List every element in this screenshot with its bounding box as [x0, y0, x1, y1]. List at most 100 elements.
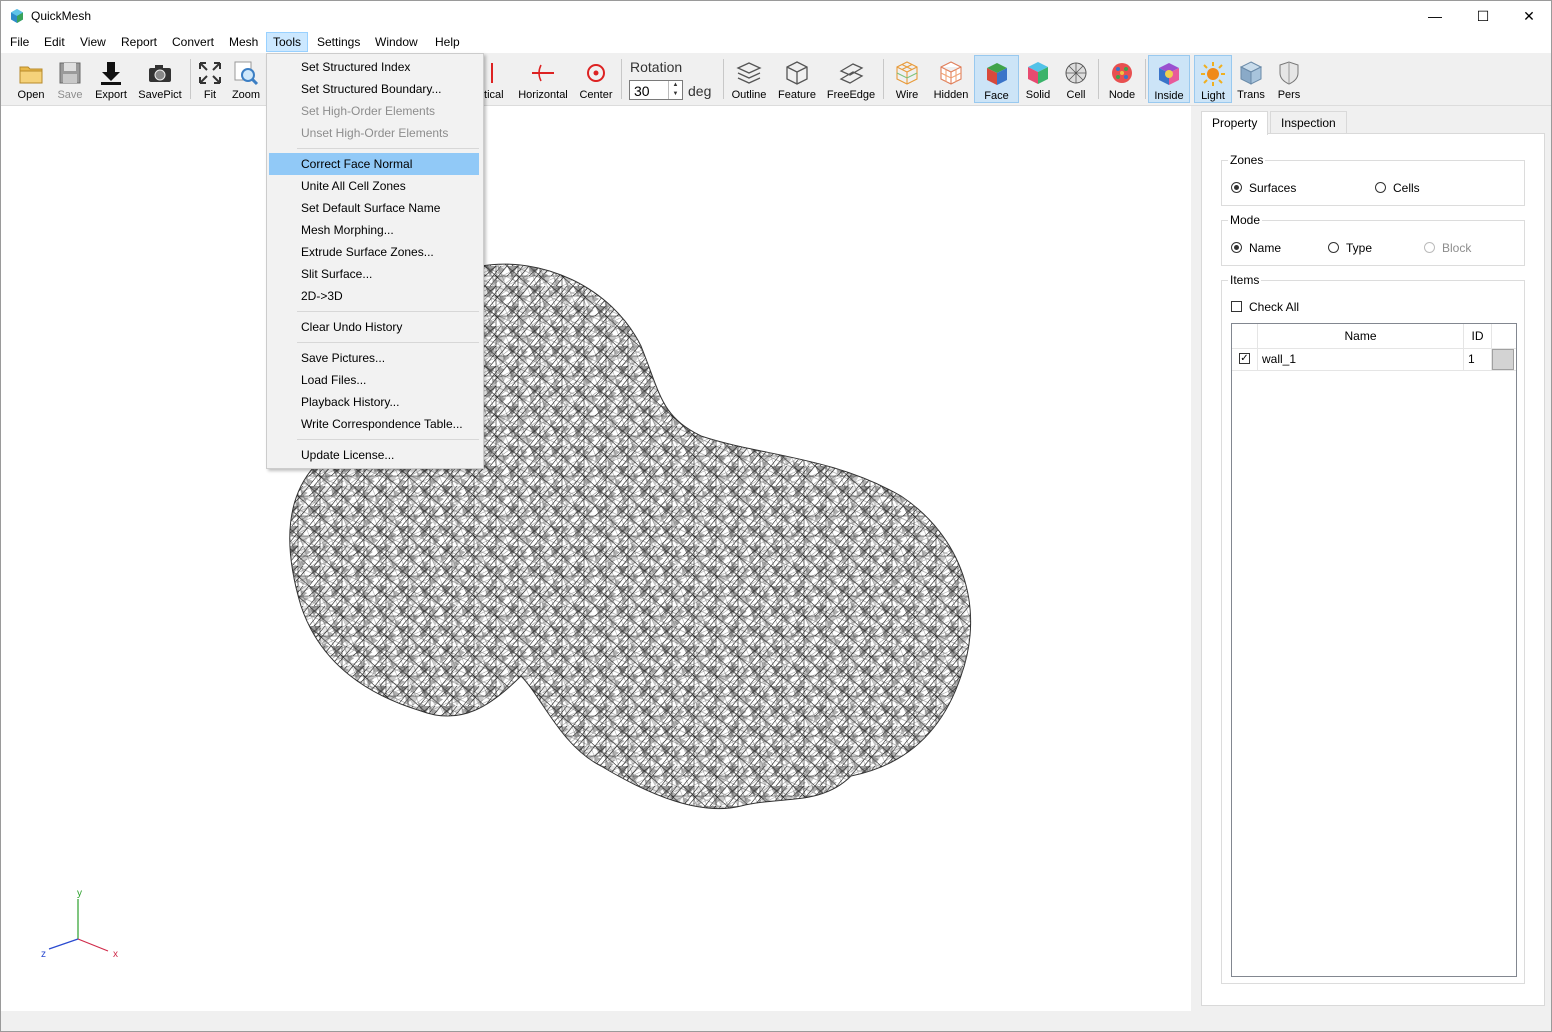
rotation-label: Rotation — [630, 59, 683, 75]
check-all-checkbox[interactable] — [1231, 301, 1242, 312]
mode-group-title: Mode — [1228, 213, 1263, 227]
hidden-cube-icon — [940, 61, 962, 85]
save-button[interactable]: Save — [51, 55, 89, 103]
face-button[interactable]: Face — [974, 55, 1019, 103]
rotation-spinner[interactable]: ▲ ▼ — [668, 81, 682, 99]
toolbar-separator — [1098, 59, 1099, 99]
property-panel: Property Inspection Zones Surfaces Cells… — [1201, 111, 1545, 1006]
menu-item-playback-history[interactable]: Playback History... — [269, 391, 479, 413]
zones-group-title: Zones — [1228, 153, 1266, 167]
items-group: Items Check All Name ID ✓ wall_1 1 — [1221, 273, 1525, 984]
row-id: 1 — [1464, 348, 1492, 370]
node-button[interactable]: Node — [1103, 55, 1141, 103]
row-name: wall_1 — [1258, 348, 1464, 370]
menu-bar: File Edit View Report Convert Mesh Tools… — [1, 31, 1551, 53]
menu-view[interactable]: View — [74, 33, 112, 51]
hidden-button[interactable]: Hidden — [930, 55, 972, 103]
menu-edit[interactable]: Edit — [38, 33, 71, 51]
feature-button[interactable]: Feature — [774, 55, 820, 103]
minimize-button[interactable]: — — [1412, 1, 1458, 31]
light-button[interactable]: Light — [1194, 55, 1232, 103]
menu-item-set-default-surface-name[interactable]: Set Default Surface Name — [269, 197, 479, 219]
zoom-button[interactable]: Zoom — [229, 55, 263, 103]
toolbar: Open Save Export SavePict Fit Zoom rtica… — [1, 53, 1551, 106]
pers-button[interactable]: Pers — [1272, 55, 1306, 103]
axis-x-label: x — [113, 949, 118, 960]
menu-item-slit-surface[interactable]: Slit Surface... — [269, 263, 479, 285]
menu-item-set-structured-index[interactable]: Set Structured Index — [269, 56, 479, 78]
items-group-title: Items — [1228, 273, 1262, 287]
table-header: Name ID — [1232, 324, 1516, 349]
menu-settings[interactable]: Settings — [311, 33, 366, 51]
mode-group: Mode Name Type Block — [1221, 213, 1525, 266]
center-button[interactable]: Center — [576, 55, 616, 103]
wire-button[interactable]: Wire — [888, 55, 926, 103]
row-checkbox[interactable]: ✓ — [1239, 353, 1250, 364]
menu-help[interactable]: Help — [429, 33, 466, 51]
freeedge-button[interactable]: FreeEdge — [824, 55, 878, 103]
menu-item-set-structured-boundary[interactable]: Set Structured Boundary... — [269, 78, 479, 100]
table-row[interactable]: ✓ wall_1 1 — [1232, 348, 1516, 371]
toolbar-separator — [621, 59, 622, 99]
wire-cube-icon — [896, 61, 918, 85]
download-arrow-icon — [101, 62, 121, 85]
menu-item-2d-to-3d[interactable]: 2D->3D — [269, 285, 479, 307]
menu-tools[interactable]: Tools — [266, 32, 309, 52]
menu-item-write-correspondence-table[interactable]: Write Correspondence Table... — [269, 413, 479, 435]
tools-dropdown-menu: Set Structured Index Set Structured Boun… — [266, 53, 484, 469]
axis-y-label: y — [77, 888, 82, 899]
menu-item-mesh-morphing[interactable]: Mesh Morphing... — [269, 219, 479, 241]
inside-button[interactable]: Inside — [1148, 55, 1190, 103]
menu-separator — [297, 342, 479, 343]
horizontal-button[interactable]: Horizontal — [516, 55, 570, 103]
transparent-cube-icon — [1239, 61, 1263, 85]
tab-inspection[interactable]: Inspection — [1270, 111, 1347, 135]
menu-report[interactable]: Report — [115, 33, 163, 51]
menu-separator — [297, 148, 479, 149]
app-window: QuickMesh — ☐ ✕ File Edit View Report Co… — [0, 0, 1552, 1032]
menu-item-update-license[interactable]: Update License... — [269, 444, 479, 466]
open-button[interactable]: Open — [9, 55, 53, 103]
center-target-icon — [587, 64, 605, 82]
node-dots-icon — [1112, 63, 1132, 83]
menu-item-unite-all-cell-zones[interactable]: Unite All Cell Zones — [269, 175, 479, 197]
tab-property[interactable]: Property — [1201, 111, 1269, 135]
menu-mesh[interactable]: Mesh — [223, 33, 264, 51]
title-bar: QuickMesh — ☐ ✕ — [1, 1, 1551, 31]
rotation-angle-input[interactable]: 30 ▲ ▼ — [629, 80, 683, 100]
savepict-button[interactable]: SavePict — [135, 55, 185, 103]
face-cube-icon — [986, 63, 1007, 85]
menu-item-load-files[interactable]: Load Files... — [269, 369, 479, 391]
zones-group: Zones Surfaces Cells — [1221, 153, 1525, 206]
close-button[interactable]: ✕ — [1506, 1, 1552, 31]
trans-button[interactable]: Trans — [1234, 55, 1268, 103]
menu-file[interactable]: File — [4, 33, 35, 51]
cell-sphere-icon — [1065, 62, 1087, 84]
magnifier-icon — [234, 61, 259, 86]
3d-viewport[interactable]: y x z — [1, 106, 1191, 1011]
property-tab-content: Zones Surfaces Cells Mode Name Type Bloc… — [1201, 133, 1545, 1006]
row-color-swatch[interactable] — [1492, 349, 1514, 370]
fit-expand-icon — [199, 62, 221, 84]
outline-layers-icon — [736, 62, 762, 84]
menu-window[interactable]: Window — [369, 33, 424, 51]
header-name[interactable]: Name — [1258, 324, 1464, 348]
menu-convert[interactable]: Convert — [166, 33, 220, 51]
maximize-button[interactable]: ☐ — [1460, 1, 1506, 31]
quickmesh-logo-icon — [11, 9, 23, 23]
fit-button[interactable]: Fit — [195, 55, 225, 103]
toolbar-separator — [883, 59, 884, 99]
cell-button[interactable]: Cell — [1059, 55, 1093, 103]
menu-item-save-pictures[interactable]: Save Pictures... — [269, 347, 479, 369]
outline-button[interactable]: Outline — [728, 55, 770, 103]
rotation-unit-label: deg — [688, 83, 712, 99]
export-button[interactable]: Export — [91, 55, 131, 103]
items-table: Name ID ✓ wall_1 1 — [1231, 323, 1517, 977]
menu-item-extrude-surface-zones[interactable]: Extrude Surface Zones... — [269, 241, 479, 263]
menu-item-correct-face-normal[interactable]: Correct Face Normal — [269, 153, 479, 175]
header-id[interactable]: ID — [1464, 324, 1492, 348]
menu-item-clear-undo-history[interactable]: Clear Undo History — [269, 316, 479, 338]
perspective-shield-icon — [1279, 61, 1299, 85]
axis-triad: y x z — [41, 888, 118, 960]
solid-button[interactable]: Solid — [1021, 55, 1055, 103]
